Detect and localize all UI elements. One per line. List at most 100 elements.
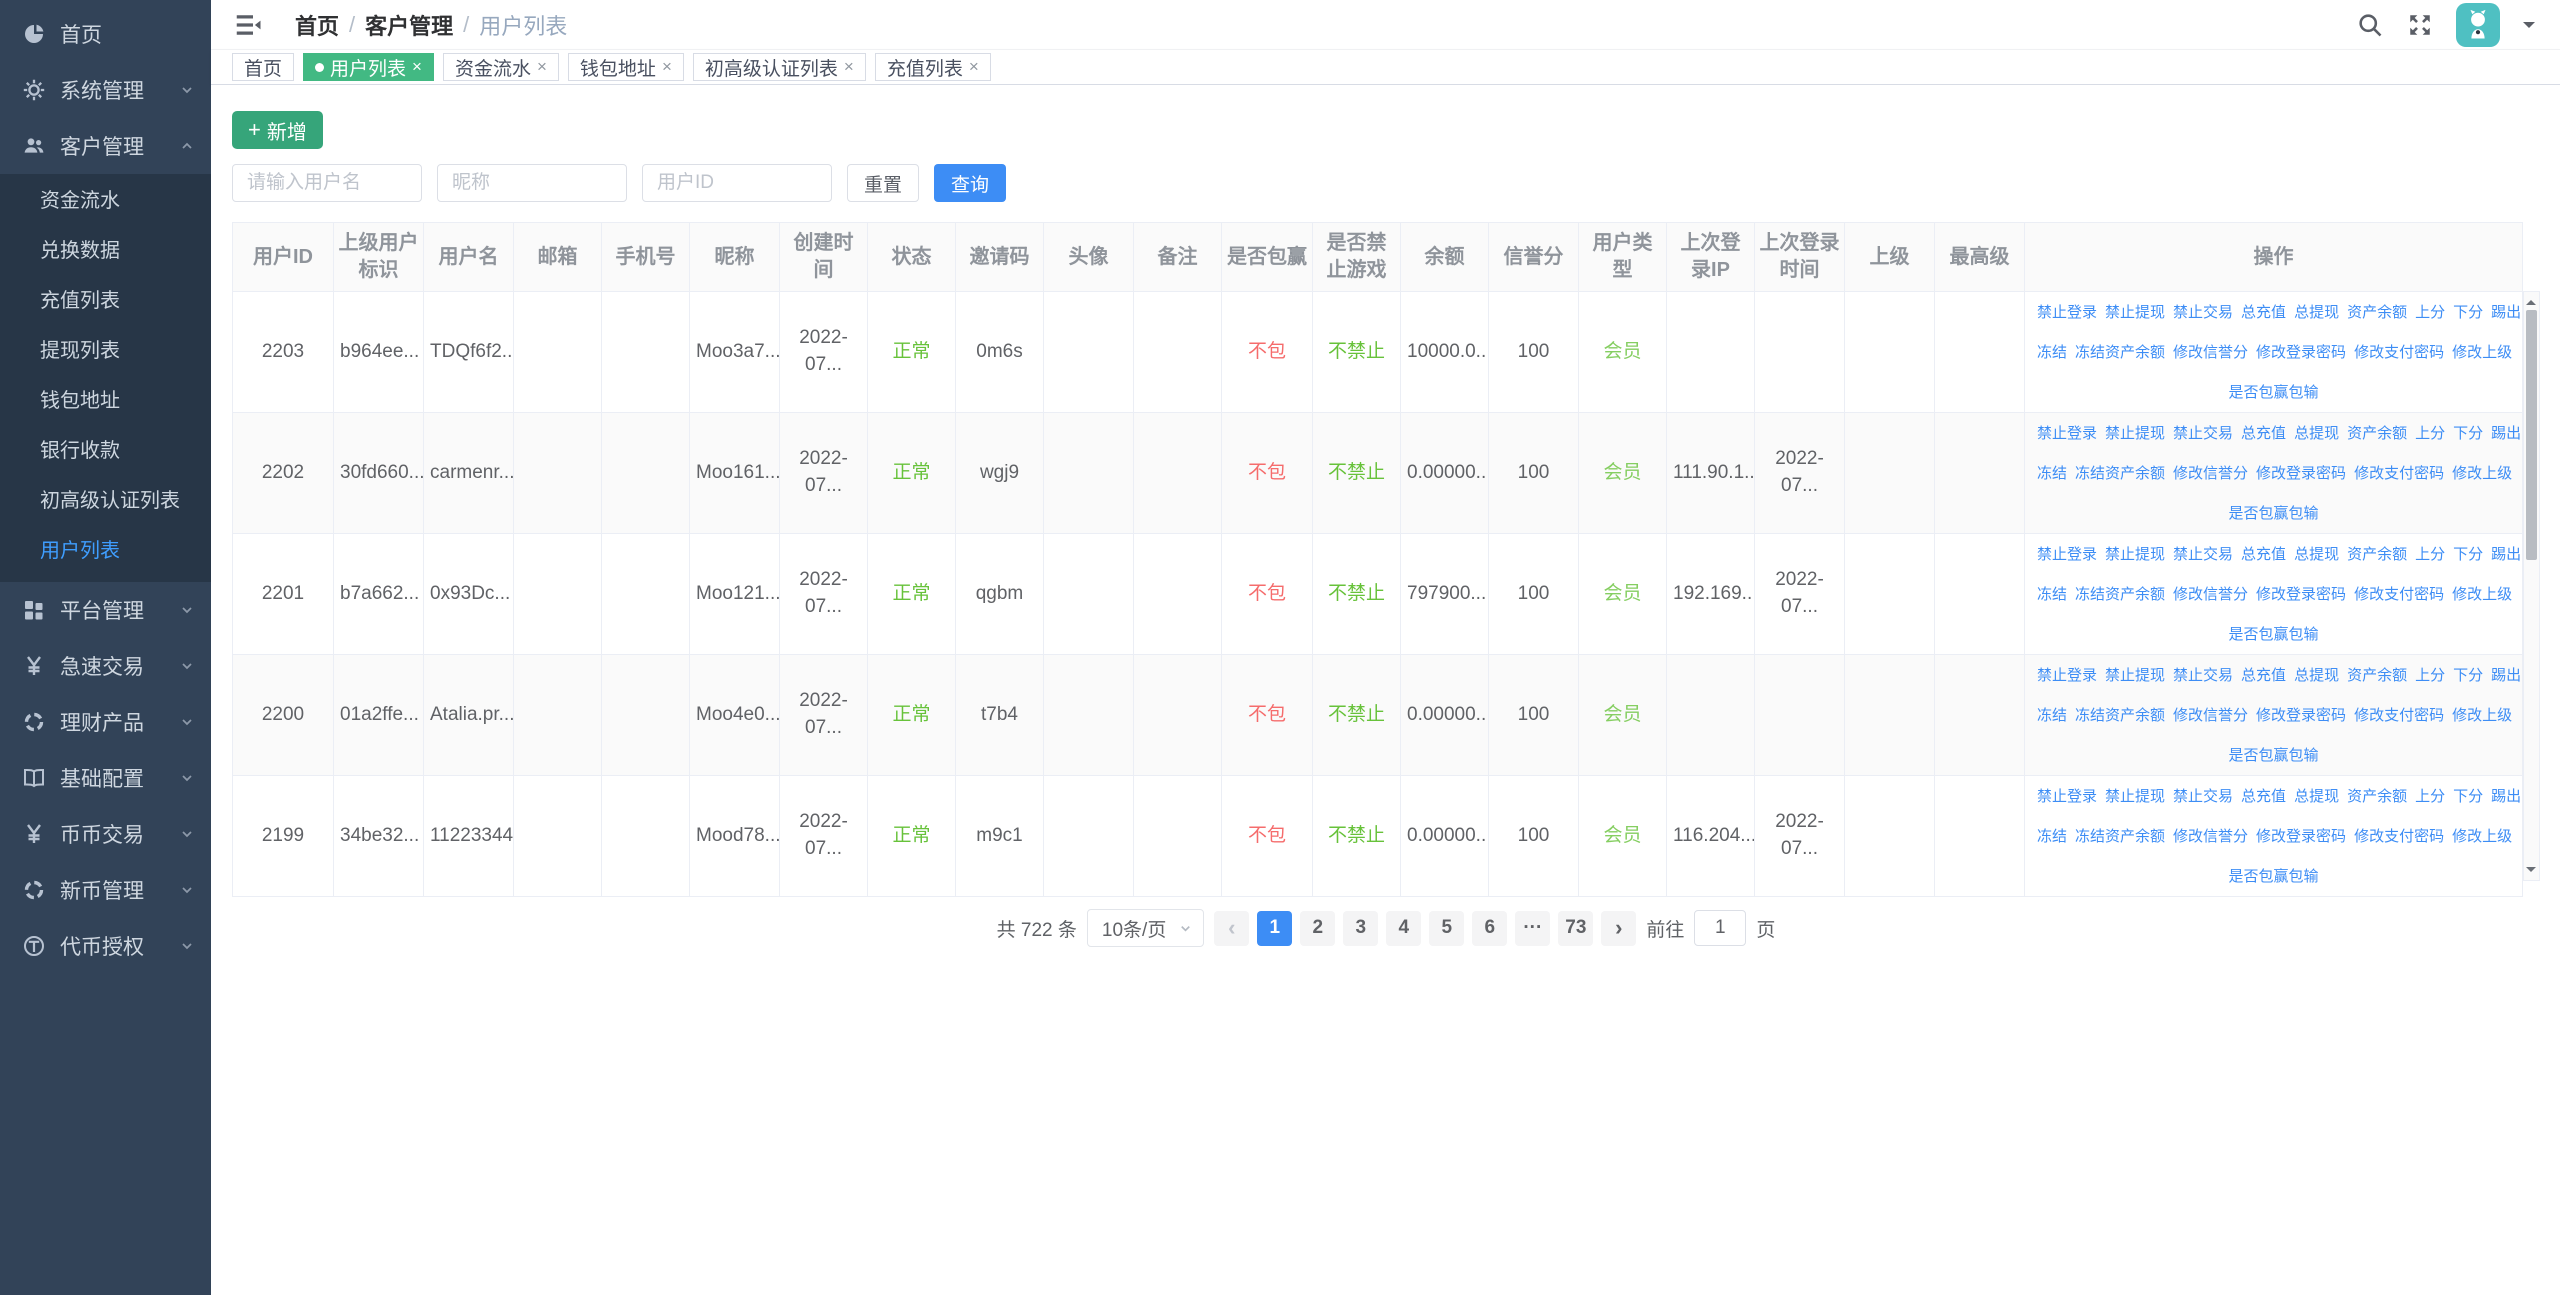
action-link[interactable]: 冻结 (2037, 828, 2067, 845)
tab-item[interactable]: 资金流水 (443, 53, 559, 81)
action-link[interactable]: 总提现 (2294, 425, 2339, 442)
action-link[interactable]: 修改上级 (2452, 828, 2512, 845)
action-link[interactable]: 下分 (2453, 546, 2483, 563)
sidebar-item[interactable]: 代币授权 (0, 918, 211, 974)
sidebar-subitem[interactable]: 初高级认证列表 (0, 476, 211, 526)
action-link[interactable]: 踢出 (2491, 788, 2521, 805)
action-link[interactable]: 修改登录密码 (2256, 465, 2346, 482)
action-link[interactable]: 修改登录密码 (2256, 828, 2346, 845)
search-icon[interactable] (2356, 11, 2384, 39)
action-link[interactable]: 资产余额 (2347, 546, 2407, 563)
page-button-4[interactable]: 4 (1386, 911, 1421, 946)
action-link[interactable]: 踢出 (2491, 546, 2521, 563)
pager-ellipsis[interactable]: ··· (1515, 911, 1550, 946)
action-link[interactable]: 冻结资产余额 (2075, 465, 2165, 482)
page-button-1[interactable]: 1 (1257, 911, 1292, 946)
action-link[interactable]: 修改支付密码 (2354, 586, 2444, 603)
action-link[interactable]: 上分 (2415, 425, 2445, 442)
sidebar-subitem[interactable]: 提现列表 (0, 326, 211, 376)
action-link[interactable]: 下分 (2453, 304, 2483, 321)
action-link[interactable]: 资产余额 (2347, 304, 2407, 321)
action-link[interactable]: 是否包赢包输 (2228, 868, 2318, 885)
action-link[interactable]: 禁止登录 (2037, 667, 2097, 684)
sidebar-item[interactable]: 首页 (0, 6, 211, 62)
action-link[interactable]: 下分 (2453, 425, 2483, 442)
close-icon[interactable] (662, 57, 672, 77)
action-link[interactable]: 修改上级 (2452, 465, 2512, 482)
action-link[interactable]: 总提现 (2294, 304, 2339, 321)
action-link[interactable]: 冻结资产余额 (2075, 828, 2165, 845)
action-link[interactable]: 修改登录密码 (2256, 586, 2346, 603)
action-link[interactable]: 上分 (2415, 546, 2445, 563)
action-link[interactable]: 禁止提现 (2105, 788, 2165, 805)
action-link[interactable]: 下分 (2453, 788, 2483, 805)
sidebar-item[interactable]: 系统管理 (0, 62, 211, 118)
breadcrumb-customer-mgmt[interactable]: 客户管理 (365, 9, 453, 41)
action-link[interactable]: 是否包赢包输 (2228, 747, 2318, 764)
action-link[interactable]: 禁止提现 (2105, 667, 2165, 684)
hamburger-icon[interactable] (233, 10, 263, 40)
page-button-3[interactable]: 3 (1343, 911, 1378, 946)
goto-page-input[interactable] (1694, 910, 1746, 946)
action-link[interactable]: 修改上级 (2452, 586, 2512, 603)
action-link[interactable]: 修改信誉分 (2173, 586, 2248, 603)
sidebar-subitem[interactable]: 充值列表 (0, 276, 211, 326)
action-link[interactable]: 上分 (2415, 667, 2445, 684)
action-link[interactable]: 修改支付密码 (2354, 344, 2444, 361)
tab-item[interactable]: 充值列表 (875, 53, 991, 81)
scrollbar-thumb[interactable] (2526, 310, 2537, 560)
action-link[interactable]: 上分 (2415, 788, 2445, 805)
nickname-input[interactable] (437, 164, 627, 202)
sidebar-subitem[interactable]: 资金流水 (0, 176, 211, 226)
action-link[interactable]: 禁止交易 (2173, 667, 2233, 684)
sidebar-item[interactable]: 新币管理 (0, 862, 211, 918)
action-link[interactable]: 修改信誉分 (2173, 344, 2248, 361)
close-icon[interactable] (537, 57, 547, 77)
action-link[interactable]: 总充值 (2241, 546, 2286, 563)
action-link[interactable]: 资产余额 (2347, 788, 2407, 805)
action-link[interactable]: 修改信誉分 (2173, 828, 2248, 845)
action-link[interactable]: 冻结资产余额 (2075, 707, 2165, 724)
action-link[interactable]: 总提现 (2294, 667, 2339, 684)
next-page-button[interactable] (1601, 911, 1636, 946)
action-link[interactable]: 禁止提现 (2105, 425, 2165, 442)
action-link[interactable]: 修改上级 (2452, 344, 2512, 361)
action-link[interactable]: 禁止提现 (2105, 304, 2165, 321)
action-link[interactable]: 修改信誉分 (2173, 707, 2248, 724)
action-link[interactable]: 禁止交易 (2173, 425, 2233, 442)
page-size-select[interactable]: 10条/页 (1087, 909, 1204, 947)
search-button[interactable]: 查询 (934, 164, 1006, 202)
avatar[interactable] (2456, 3, 2500, 47)
action-link[interactable]: 冻结 (2037, 344, 2067, 361)
action-link[interactable]: 总充值 (2241, 667, 2286, 684)
reset-button[interactable]: 重置 (847, 164, 919, 202)
action-link[interactable]: 修改支付密码 (2354, 465, 2444, 482)
scroll-up-icon[interactable] (2526, 295, 2536, 305)
fullscreen-icon[interactable] (2407, 12, 2433, 38)
action-link[interactable]: 总充值 (2241, 425, 2286, 442)
action-link[interactable]: 是否包赢包输 (2228, 384, 2318, 401)
action-link[interactable]: 冻结 (2037, 465, 2067, 482)
action-link[interactable]: 冻结 (2037, 586, 2067, 603)
action-link[interactable]: 禁止登录 (2037, 425, 2097, 442)
action-link[interactable]: 踢出 (2491, 667, 2521, 684)
action-link[interactable]: 下分 (2453, 667, 2483, 684)
sidebar-subitem[interactable]: 兑换数据 (0, 226, 211, 276)
close-icon[interactable] (412, 57, 422, 77)
action-link[interactable]: 禁止交易 (2173, 788, 2233, 805)
sidebar-item[interactable]: 客户管理 (0, 118, 211, 174)
action-link[interactable]: 禁止登录 (2037, 546, 2097, 563)
action-link[interactable]: 总提现 (2294, 546, 2339, 563)
tab-item[interactable]: 钱包地址 (568, 53, 684, 81)
sidebar-item[interactable]: 币币交易 (0, 806, 211, 862)
action-link[interactable]: 资产余额 (2347, 425, 2407, 442)
scroll-down-icon[interactable] (2526, 867, 2536, 877)
sidebar-subitem[interactable]: 钱包地址 (0, 376, 211, 426)
action-link[interactable]: 踢出 (2491, 425, 2521, 442)
action-link[interactable]: 修改上级 (2452, 707, 2512, 724)
action-link[interactable]: 踢出 (2491, 304, 2521, 321)
action-link[interactable]: 上分 (2415, 304, 2445, 321)
tab-active[interactable]: 用户列表 (303, 53, 434, 81)
sidebar-item[interactable]: 急速交易 (0, 638, 211, 694)
action-link[interactable]: 资产余额 (2347, 667, 2407, 684)
